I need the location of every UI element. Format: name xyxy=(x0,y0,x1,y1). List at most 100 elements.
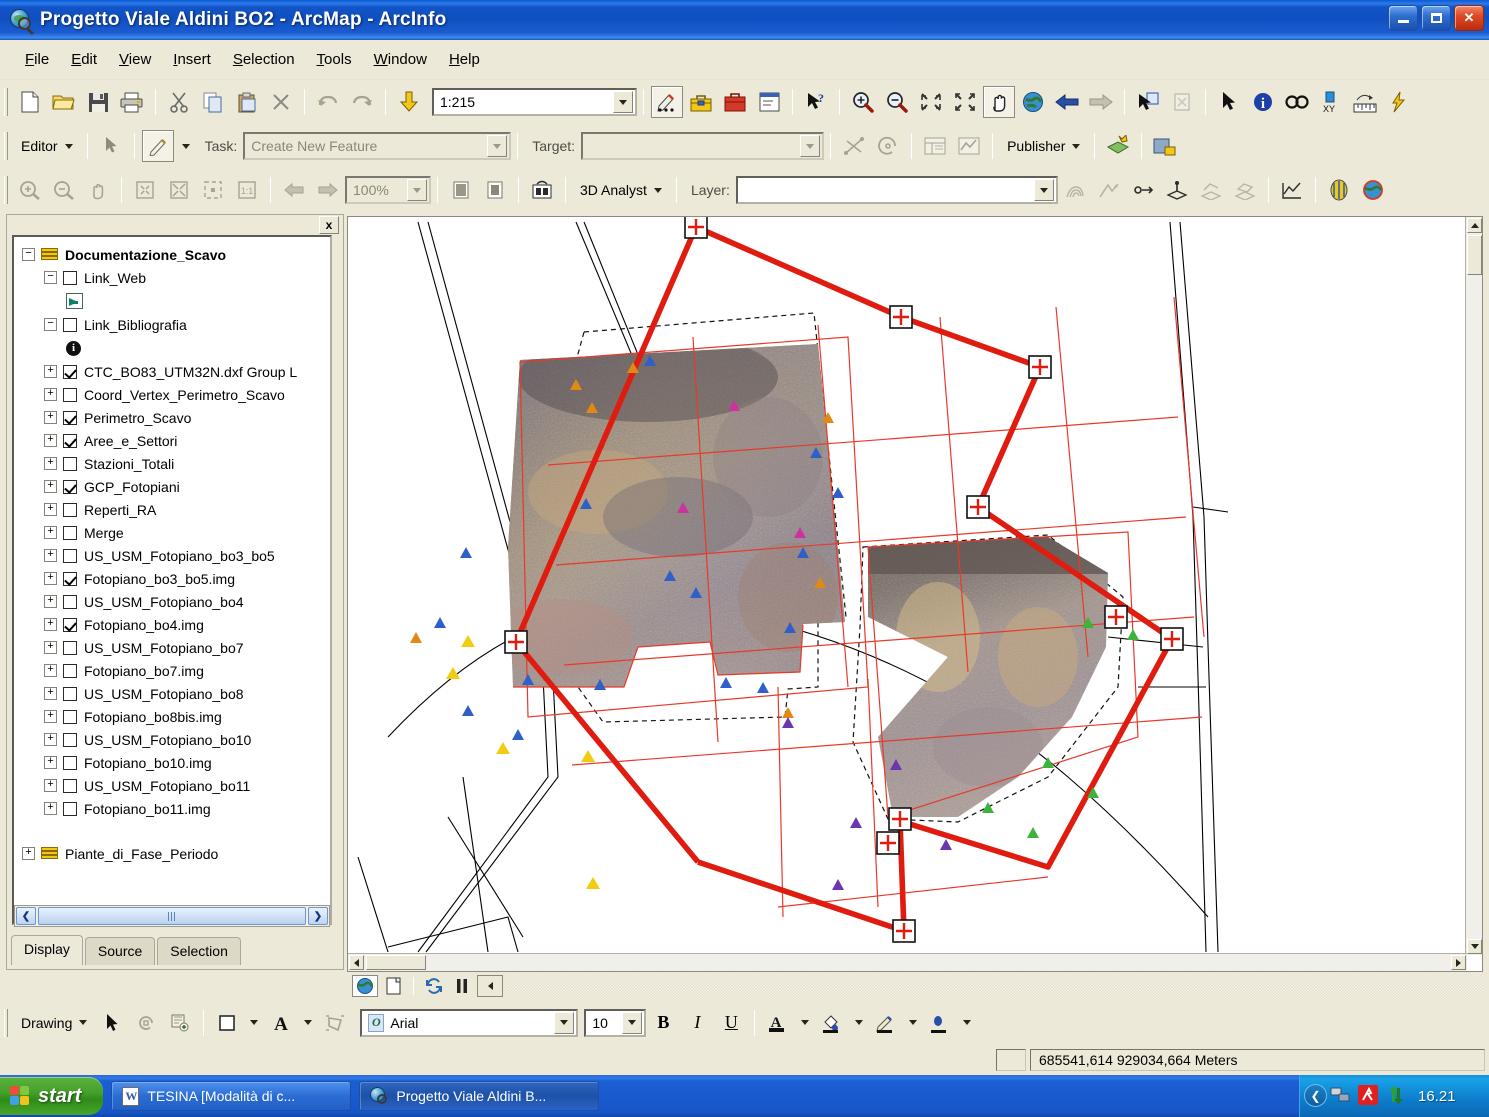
new-graphic-icon[interactable] xyxy=(164,1007,196,1039)
horizontal-scroll-thumb[interactable] xyxy=(366,955,426,970)
data-frame-documentazione-scavo[interactable]: − Documentazione_Scavo xyxy=(22,243,330,266)
command-line-icon[interactable] xyxy=(753,86,785,118)
edit-target-combo[interactable] xyxy=(581,132,825,160)
profile-graph-icon[interactable] xyxy=(1276,174,1308,206)
find-icon[interactable] xyxy=(1281,86,1313,118)
3d-analyst-menu-button[interactable]: 3D Analyst xyxy=(572,179,670,201)
show-hidden-icons-icon[interactable]: ❮ xyxy=(1304,1084,1327,1107)
expander-icon[interactable]: + xyxy=(44,618,57,631)
font-size-combo[interactable]: 10 xyxy=(584,1008,647,1037)
clear-selected-icon[interactable] xyxy=(1166,86,1198,118)
select-features-icon[interactable] xyxy=(1132,86,1164,118)
publisher-menu-button[interactable]: Publisher xyxy=(999,135,1088,157)
edit-task-combo[interactable]: Create New Feature xyxy=(243,132,512,160)
line-symbol-icon[interactable] xyxy=(870,1007,902,1039)
interpolate-polygon-icon[interactable] xyxy=(1229,174,1261,206)
layer-checkbox[interactable] xyxy=(63,525,77,540)
expander-icon[interactable]: + xyxy=(44,549,57,562)
layer-fotopiano-bo10-img[interactable]: + Fotopiano_bo10.img xyxy=(22,751,330,774)
expander-icon[interactable]: + xyxy=(44,480,57,493)
close-button[interactable]: ✕ xyxy=(1454,5,1484,31)
text-tool-icon[interactable]: A xyxy=(265,1007,297,1039)
layer-checkbox[interactable] xyxy=(63,709,77,724)
layer-merge[interactable]: + Merge xyxy=(22,521,330,544)
taskbar-clock[interactable]: 16.21 xyxy=(1418,1088,1456,1105)
layer-checkbox[interactable] xyxy=(63,387,77,402)
font-name-dropdown-arrow[interactable] xyxy=(554,1011,575,1034)
layer-checkbox[interactable] xyxy=(63,617,77,632)
layer-checkbox[interactable] xyxy=(63,548,77,563)
fixed-zoom-out-icon[interactable] xyxy=(949,86,981,118)
open-folder-icon[interactable] xyxy=(48,86,80,118)
layer-aree-e-settori[interactable]: + Aree_e_Settori xyxy=(22,429,330,452)
font-color-dropdown[interactable] xyxy=(796,1007,814,1039)
layout-zoom-dropdown-arrow[interactable] xyxy=(407,179,427,201)
expander-icon[interactable]: + xyxy=(44,595,57,608)
scroll-left-button[interactable] xyxy=(349,955,364,970)
taskbar-item-arcmap[interactable]: Progetto Viale Aldini B... xyxy=(359,1081,600,1111)
layer-perimetro-scavo[interactable]: + Perimetro_Scavo xyxy=(22,406,330,429)
expander-icon[interactable]: + xyxy=(44,503,57,516)
font-size-dropdown-arrow[interactable] xyxy=(622,1011,643,1034)
layer-gcp-fotopiani[interactable]: + GCP_Fotopiani xyxy=(22,475,330,498)
layer-us-usm-fotopiano-bo8[interactable]: + US_USM_Fotopiano_bo8 xyxy=(22,682,330,705)
underline-button[interactable]: U xyxy=(715,1007,747,1039)
edit-task-dropdown-arrow[interactable] xyxy=(487,135,508,157)
expander-icon[interactable]: + xyxy=(22,847,35,860)
sketch-tool-dropdown[interactable] xyxy=(176,130,196,162)
layout-pan-icon[interactable] xyxy=(82,174,114,206)
expander-icon[interactable]: + xyxy=(44,802,57,815)
redo-icon[interactable] xyxy=(346,86,378,118)
measure-icon[interactable] xyxy=(1349,86,1381,118)
expander-icon[interactable]: + xyxy=(44,411,57,424)
go-back-extent-icon[interactable] xyxy=(278,174,310,206)
layer-checkbox[interactable] xyxy=(63,571,77,586)
edit-target-dropdown-arrow[interactable] xyxy=(800,135,821,157)
layer-us-usm-fotopiano-bo11[interactable]: + US_USM_Fotopiano_bo11 xyxy=(22,774,330,797)
map-vertical-scrollbar[interactable] xyxy=(1465,217,1482,955)
zoom-to-selected-icon[interactable] xyxy=(197,174,229,206)
undo-icon[interactable] xyxy=(312,86,344,118)
fill-symbol-icon[interactable] xyxy=(816,1007,848,1039)
font-name-combo[interactable]: O Arial xyxy=(360,1008,579,1037)
fixed-zoom-in-icon[interactable] xyxy=(915,86,947,118)
vertical-scroll-thumb[interactable] xyxy=(1467,235,1482,275)
maximize-button[interactable] xyxy=(1421,5,1451,31)
layout-view-icon[interactable] xyxy=(380,975,406,997)
menu-insert[interactable]: Insert xyxy=(162,48,222,71)
network-activity-icon[interactable] xyxy=(1386,1085,1406,1107)
rotate-tool-icon[interactable] xyxy=(872,130,904,162)
menu-window[interactable]: Window xyxy=(363,48,438,71)
editor-toolbar-grip[interactable] xyxy=(4,132,8,160)
layer-checkbox[interactable] xyxy=(63,317,77,332)
layer-checkbox[interactable] xyxy=(63,270,77,285)
back-extent-icon[interactable] xyxy=(1051,86,1083,118)
expander-icon[interactable]: − xyxy=(22,248,35,261)
zoom-page-width-icon[interactable] xyxy=(163,174,195,206)
zoom-100-percent-icon[interactable]: 1:1 xyxy=(231,174,263,206)
layer-us-usm-fotopiano-bo10[interactable]: + US_USM_Fotopiano_bo10 xyxy=(22,728,330,751)
scroll-right-button[interactable] xyxy=(1451,955,1466,970)
cut-icon[interactable] xyxy=(163,86,195,118)
layer-us-usm-fotopiano-bo7[interactable]: + US_USM_Fotopiano_bo7 xyxy=(22,636,330,659)
paste-icon[interactable] xyxy=(231,86,263,118)
layer-stazioni-totali[interactable]: + Stazioni_Totali xyxy=(22,452,330,475)
toc-tree[interactable]: − Documentazione_Scavo − Link_Web − Link… xyxy=(12,235,332,925)
layer-checkbox[interactable] xyxy=(63,456,77,471)
layer-reperti-ra[interactable]: + Reperti_RA xyxy=(22,498,330,521)
steepest-path-icon[interactable] xyxy=(1093,174,1125,206)
network-icon[interactable] xyxy=(1330,1086,1350,1107)
map-scale-combo[interactable]: 1:215 xyxy=(432,88,637,116)
expander-icon[interactable]: + xyxy=(44,388,57,401)
expander-icon[interactable]: + xyxy=(44,457,57,470)
expander-icon[interactable]: + xyxy=(44,434,57,447)
line-of-sight-icon[interactable] xyxy=(1127,174,1159,206)
minimize-button[interactable] xyxy=(1388,5,1418,31)
select-elements-icon[interactable] xyxy=(96,1007,128,1039)
map-horizontal-scrollbar[interactable] xyxy=(348,953,1467,971)
collapse-icon[interactable] xyxy=(477,975,503,997)
scroll-up-button[interactable] xyxy=(1467,218,1482,233)
map-canvas[interactable] xyxy=(348,217,1467,955)
split-tool-icon[interactable] xyxy=(838,130,870,162)
editor-toolbar-icon[interactable] xyxy=(651,86,683,118)
